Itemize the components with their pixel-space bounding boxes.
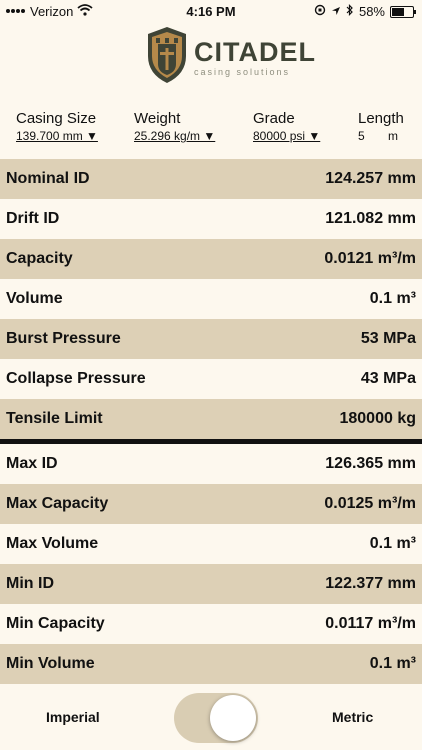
weight-label: Weight: [134, 110, 181, 127]
weight-selector[interactable]: Weight 25.296 kg/m ▼: [134, 110, 215, 143]
result-label: Min ID: [6, 575, 54, 592]
result-label: Max Volume: [6, 535, 99, 552]
grade-dropdown[interactable]: 80000 psi ▼: [253, 129, 320, 143]
result-label: Max Capacity: [6, 495, 109, 512]
result-row: Min Volume 0.1 m³: [0, 644, 422, 684]
shield-helmet-icon: [146, 26, 188, 89]
bluetooth-icon: [346, 4, 354, 19]
orientation-lock-icon: [314, 4, 326, 19]
result-row: Max Volume 0.1 m³: [0, 524, 422, 564]
grade-selector[interactable]: Grade 80000 psi ▼: [253, 110, 320, 143]
result-row: Max Capacity 0.0125 m³/m: [0, 484, 422, 524]
result-row: Min Capacity 0.0117 m³/m: [0, 604, 422, 644]
result-value: 180000 kg: [339, 410, 416, 427]
result-value: 124.257 mm: [325, 170, 416, 187]
tolerance-results: Max ID 126.365 mm Max Capacity 0.0125 m³/m M…: [0, 444, 422, 684]
metric-label[interactable]: Metric: [332, 709, 373, 725]
length-field: 5 m: [358, 129, 404, 143]
result-label: Tensile Limit: [6, 410, 103, 427]
result-label: Volume: [6, 290, 63, 307]
weight-dropdown[interactable]: 25.296 kg/m ▼: [134, 129, 215, 143]
result-value: 0.1 m³: [369, 290, 416, 307]
result-label: Max ID: [6, 455, 58, 472]
casing-size-label: Casing Size: [16, 110, 97, 127]
casing-selectors: Casing Size 139.700 mm ▼ Weight 25.296 k…: [0, 110, 422, 150]
result-row: Capacity 0.0121 m³/m: [0, 239, 422, 279]
result-row: Min ID 122.377 mm: [0, 564, 422, 604]
result-value: 53 MPa: [360, 330, 416, 347]
result-row: Collapse Pressure 43 MPa: [0, 359, 422, 399]
result-label: Min Capacity: [6, 615, 105, 632]
result-value: 43 MPa: [360, 370, 416, 387]
battery-percent: 58%: [358, 4, 385, 19]
casing-size-selector[interactable]: Casing Size 139.700 mm ▼: [16, 110, 98, 143]
toggle-knob[interactable]: [210, 695, 256, 741]
result-value: 122.377 mm: [325, 575, 416, 592]
length-input[interactable]: 5: [358, 129, 365, 143]
results-table: Nominal ID 124.257 mm Drift ID 121.082 mm Ca…: [0, 159, 422, 684]
result-label: Drift ID: [6, 210, 60, 227]
length-unit: m: [388, 129, 399, 143]
imperial-label[interactable]: Imperial: [46, 709, 100, 725]
result-row: Drift ID 121.082 mm: [0, 199, 422, 239]
result-value: 0.1 m³: [369, 655, 416, 672]
result-row: Nominal ID 124.257 mm: [0, 159, 422, 199]
result-row: Tensile Limit 180000 kg: [0, 399, 422, 439]
result-row: Volume 0.1 m³: [0, 279, 422, 319]
result-label: Collapse Pressure: [6, 370, 146, 387]
result-label: Nominal ID: [6, 170, 90, 187]
length-selector: Length 5 m: [358, 110, 404, 143]
result-value: 126.365 mm: [325, 455, 416, 472]
primary-results: Nominal ID 124.257 mm Drift ID 121.082 mm Ca…: [0, 159, 422, 439]
status-right: 58%: [314, 4, 416, 19]
casing-size-dropdown[interactable]: 139.700 mm ▼: [16, 129, 98, 143]
battery-icon: [390, 5, 416, 18]
result-value: 0.0125 m³/m: [324, 495, 416, 512]
location-icon: [331, 4, 341, 19]
result-value: 121.082 mm: [325, 210, 416, 227]
grade-label: Grade: [253, 110, 295, 127]
result-row: Max ID 126.365 mm: [0, 444, 422, 484]
result-label: Burst Pressure: [6, 330, 121, 347]
result-row: Burst Pressure 53 MPa: [0, 319, 422, 359]
result-label: Capacity: [6, 250, 73, 267]
result-label: Min Volume: [6, 655, 95, 672]
brand-tagline: casing solutions: [194, 66, 291, 77]
brand-text: CITADEL casing solutions: [194, 38, 316, 77]
brand-logo: CITADEL casing solutions: [146, 26, 316, 88]
result-value: 0.0121 m³/m: [324, 250, 416, 267]
units-toggle-bar: Imperial Metric: [0, 688, 422, 746]
status-bar: Verizon 4:16 PM 58%: [0, 0, 422, 22]
result-value: 0.1 m³: [369, 535, 416, 552]
brand-name: CITADEL: [194, 36, 316, 67]
units-toggle[interactable]: [174, 693, 258, 743]
length-label: Length: [358, 110, 404, 127]
result-value: 0.0117 m³/m: [325, 615, 416, 632]
